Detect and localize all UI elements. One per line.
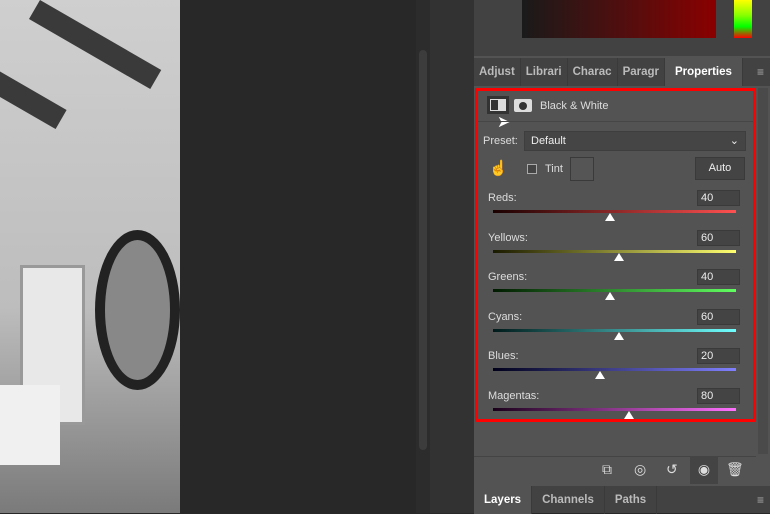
canvas-background bbox=[180, 0, 415, 513]
layers-panel-tabs: Layers Channels Paths ≡ bbox=[474, 486, 770, 514]
trash-icon[interactable]: 🗑 bbox=[726, 461, 744, 478]
tab-properties[interactable]: Properties bbox=[665, 58, 743, 86]
tab-channels[interactable]: Channels bbox=[532, 486, 605, 514]
properties-footer: ⧉ ◎ ↺ ◉ 🗑 bbox=[474, 456, 756, 484]
tab-adjustments[interactable]: Adjust bbox=[474, 58, 521, 86]
reset-icon[interactable]: ↺ bbox=[666, 461, 678, 478]
tab-paths[interactable]: Paths bbox=[605, 486, 658, 514]
tab-character[interactable]: Charac bbox=[568, 58, 618, 86]
view-previous-icon[interactable]: ◎ bbox=[634, 461, 646, 478]
tab-paragraph[interactable]: Paragr bbox=[618, 58, 666, 86]
clip-to-layer-icon[interactable]: ⧉ bbox=[602, 461, 612, 478]
document-image bbox=[0, 0, 180, 513]
highlight-box bbox=[475, 88, 756, 422]
visibility-eye-icon[interactable]: ◉ bbox=[690, 457, 718, 484]
color-field[interactable] bbox=[522, 0, 716, 38]
tab-libraries[interactable]: Librari bbox=[521, 58, 568, 86]
tab-layers[interactable]: Layers bbox=[474, 486, 533, 514]
panel-menu-icon[interactable]: ≡ bbox=[757, 65, 764, 79]
panel-scrollbar[interactable] bbox=[758, 88, 768, 454]
panel-tabs: Adjust Librari Charac Paragr Properties … bbox=[474, 58, 770, 86]
canvas-scrollbar-thumb[interactable] bbox=[419, 50, 427, 450]
panel-dock bbox=[430, 0, 474, 513]
layers-menu-icon[interactable]: ≡ bbox=[757, 493, 764, 507]
hue-slider[interactable] bbox=[734, 0, 752, 38]
